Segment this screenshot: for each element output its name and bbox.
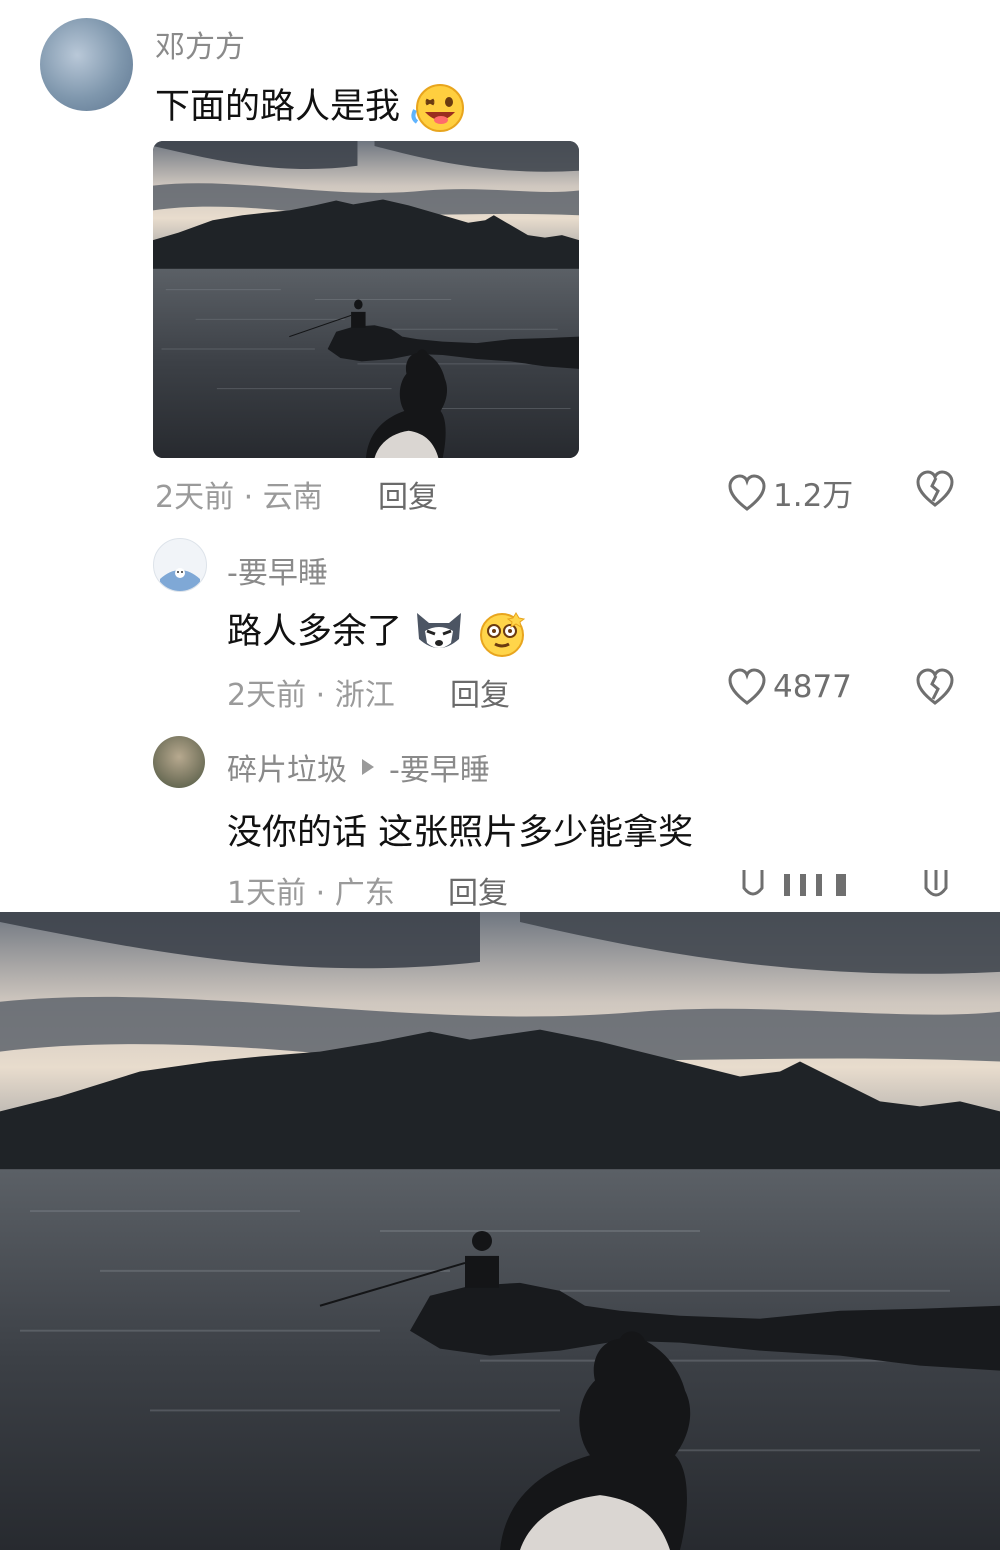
heart-icon bbox=[727, 473, 767, 512]
husky-emoji bbox=[413, 609, 465, 657]
reply-arrow-icon bbox=[361, 758, 375, 776]
reply-button[interactable]: 回复 bbox=[448, 868, 508, 912]
avatar[interactable] bbox=[153, 538, 207, 592]
comment-username[interactable]: 邓方方 bbox=[155, 22, 245, 66]
reply-button[interactable]: 回复 bbox=[378, 472, 438, 516]
like-button[interactable]: 1.2万 bbox=[727, 470, 853, 515]
heart-icon[interactable] bbox=[740, 870, 766, 902]
dizzy-face-emoji bbox=[476, 609, 528, 657]
comment-meta: 1天前 · 广东 bbox=[227, 876, 395, 911]
like-count: 4877 bbox=[773, 669, 852, 705]
grinning-wink-emoji bbox=[411, 82, 469, 134]
heart-icon bbox=[727, 668, 767, 706]
comment-text: 路人多余了 bbox=[227, 603, 528, 657]
reply-button[interactable]: 回复 bbox=[450, 670, 510, 714]
dislike-icon[interactable] bbox=[922, 870, 950, 904]
comment-body: 下面的路人是我 bbox=[155, 87, 401, 127]
attached-photo[interactable] bbox=[153, 141, 579, 458]
like-count bbox=[782, 872, 854, 898]
comment-body: 路人多余了 bbox=[227, 612, 403, 652]
avatar[interactable] bbox=[153, 736, 205, 788]
reply-to-username[interactable]: -要早睡 bbox=[389, 745, 490, 789]
full-photo bbox=[0, 912, 1000, 1550]
avatar[interactable] bbox=[40, 18, 133, 111]
comment-text: 下面的路人是我 bbox=[155, 78, 469, 134]
comment-body: 没你的话 这张照片多少能拿奖 bbox=[227, 813, 694, 853]
comment-username[interactable]: -要早睡 bbox=[227, 548, 328, 592]
reply-header: 碎片垃圾 -要早睡 bbox=[227, 745, 490, 789]
comment-meta: 2天前 · 浙江 bbox=[227, 678, 395, 713]
dislike-icon[interactable] bbox=[915, 668, 955, 706]
comment-meta: 2天前 · 云南 bbox=[155, 480, 323, 515]
like-count: 1.2万 bbox=[773, 478, 854, 514]
comment-username[interactable]: 碎片垃圾 bbox=[227, 745, 347, 789]
dislike-icon[interactable] bbox=[915, 470, 955, 508]
like-button[interactable]: 4877 bbox=[727, 668, 852, 706]
